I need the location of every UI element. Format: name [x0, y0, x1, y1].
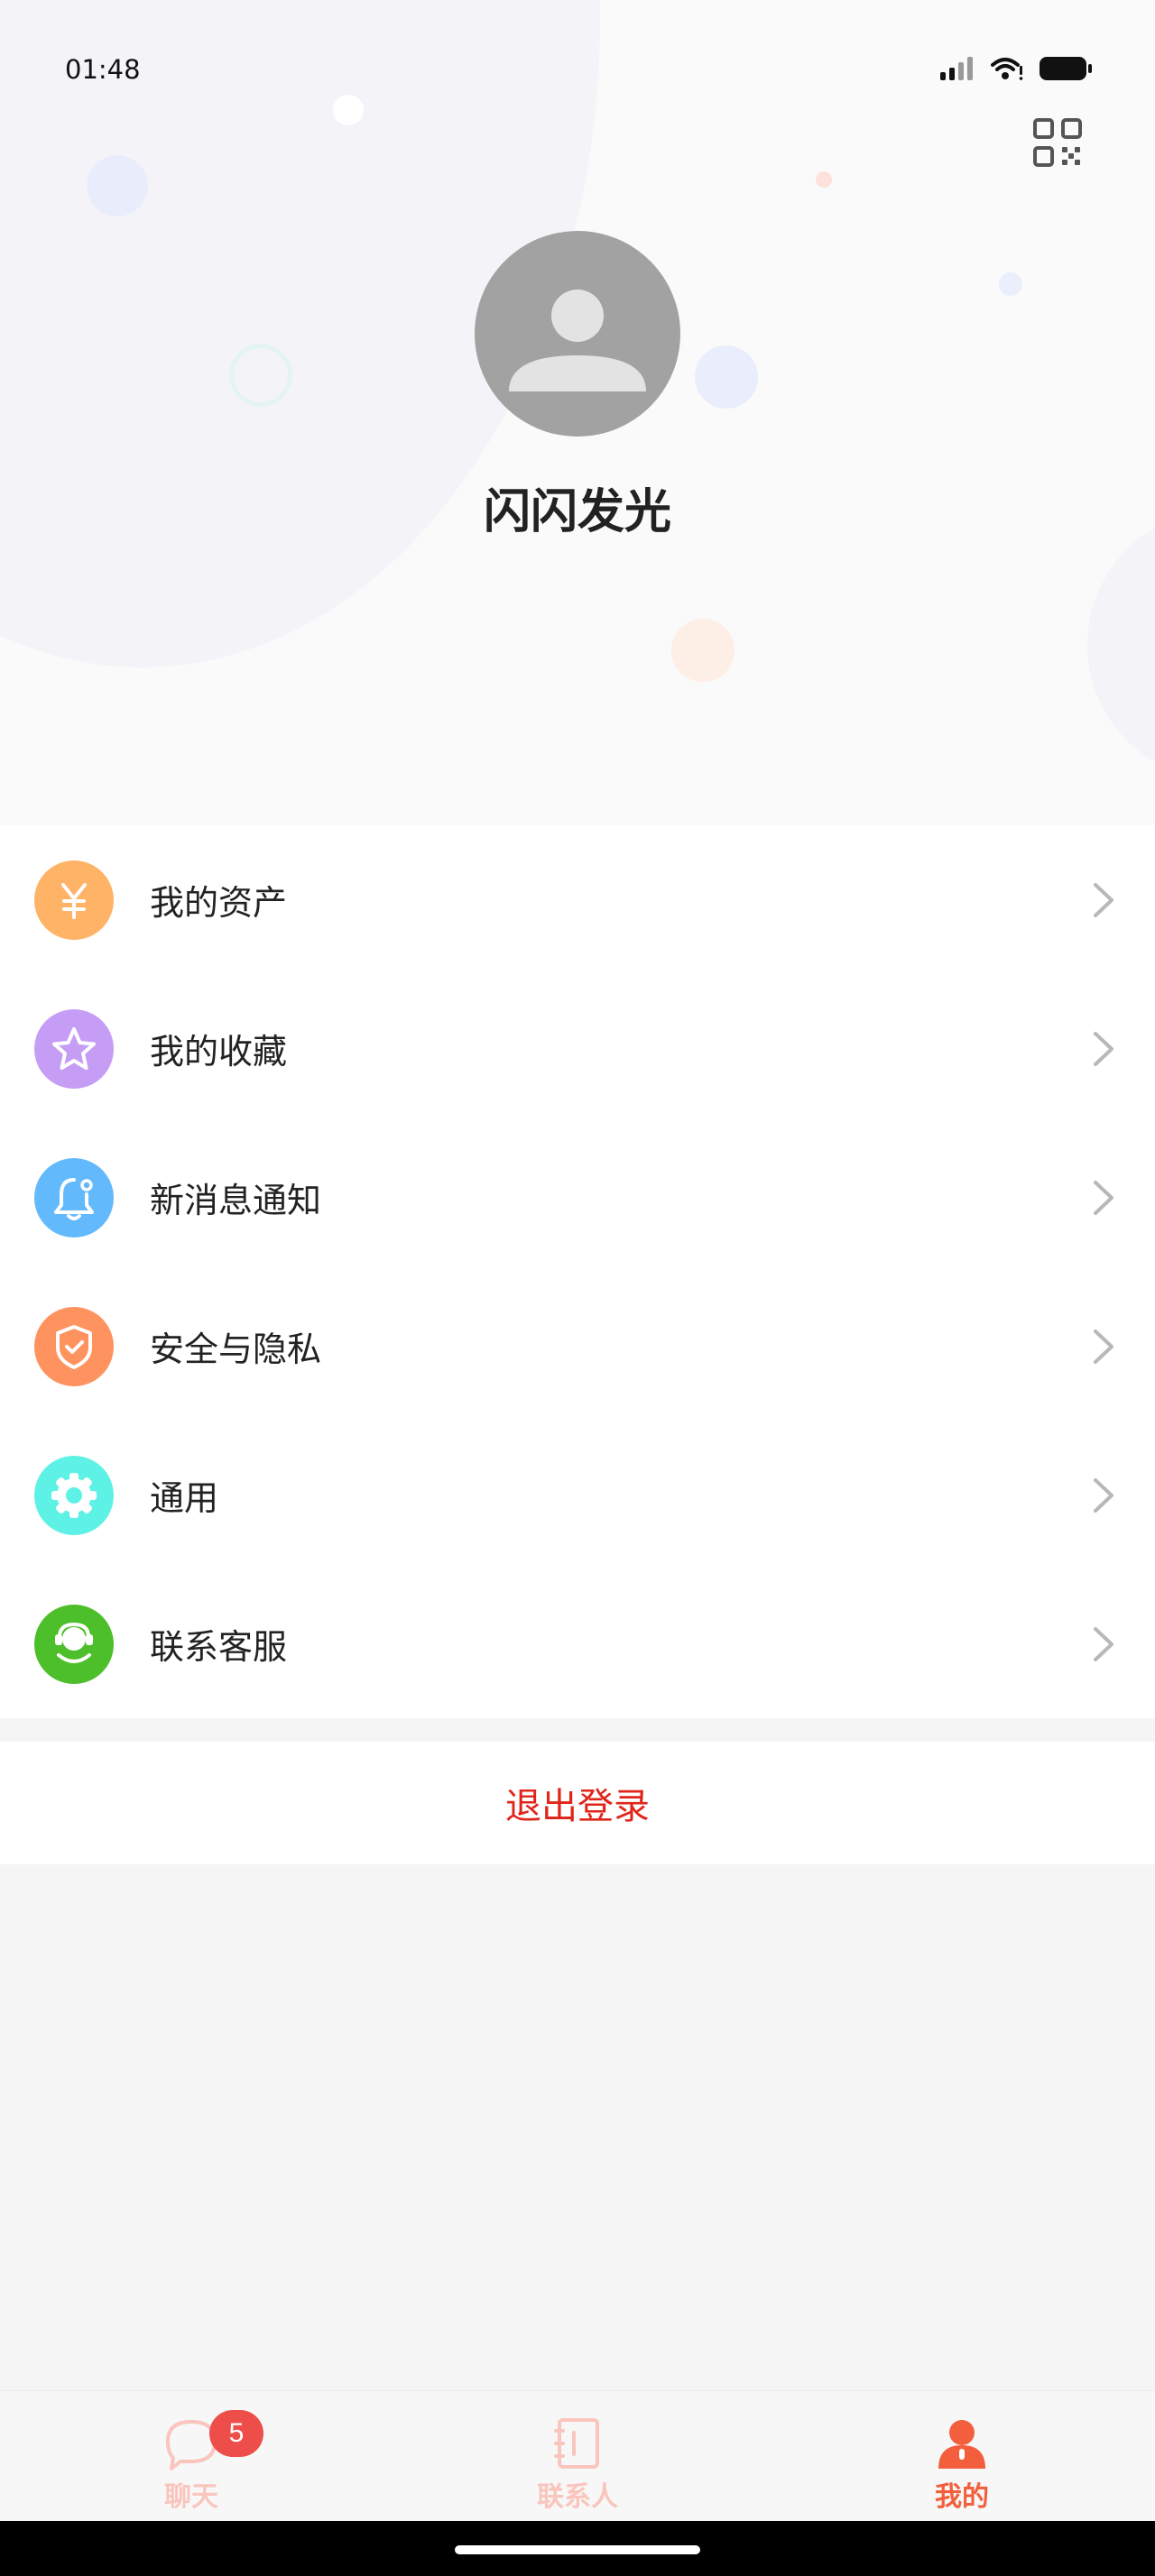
menu-item-label: 安全与隐私	[150, 1329, 322, 1369]
yuan-icon	[34, 860, 114, 940]
decoration-dot	[87, 155, 148, 216]
tab-label: 联系人	[537, 2481, 618, 2513]
chevron-right-icon	[1094, 1627, 1113, 1661]
menu-item-label: 联系客服	[150, 1627, 288, 1667]
menu-item-general[interactable]: 通用	[0, 1421, 1155, 1569]
profile-header: 01:48 闪闪发光	[0, 0, 1155, 825]
shield-icon	[34, 1307, 114, 1386]
menu-item-assets[interactable]: 我的资产	[0, 825, 1155, 974]
qr-code-button[interactable]	[1032, 117, 1083, 168]
tab-bar: 聊天 联系人 我的	[0, 2390, 1155, 2522]
status-icons	[940, 56, 1092, 81]
decoration-dot	[671, 619, 735, 682]
menu-item-security-privacy[interactable]: 安全与隐私	[0, 1272, 1155, 1421]
menu-item-label: 我的收藏	[150, 1032, 288, 1072]
contacts-icon	[554, 2418, 599, 2469]
decoration-dot	[333, 95, 364, 125]
decoration-dot	[695, 345, 758, 409]
signal-icon	[940, 57, 973, 80]
decoration-dot	[816, 171, 832, 188]
user-name: 闪闪发光	[483, 485, 671, 539]
tab-label: 聊天	[164, 2481, 218, 2513]
menu-item-label: 新消息通知	[150, 1181, 322, 1220]
menu-item-customer-service[interactable]: 联系客服	[0, 1569, 1155, 1718]
decoration-ring	[229, 344, 292, 407]
home-indicator[interactable]	[455, 2545, 700, 2554]
status-time: 01:48	[65, 54, 141, 85]
wifi-icon	[991, 58, 1023, 80]
menu-item-favorites[interactable]: 我的收藏	[0, 974, 1155, 1123]
default-avatar-icon	[509, 290, 646, 391]
customer-service-icon	[34, 1605, 114, 1684]
chevron-right-icon	[1094, 883, 1113, 917]
tab-profile[interactable]: 我的	[872, 2391, 1052, 2522]
logout-button[interactable]: 退出登录	[0, 1742, 1155, 1864]
chevron-right-icon	[1094, 1032, 1113, 1066]
background-decoration	[1087, 510, 1155, 780]
menu-item-notifications[interactable]: 新消息通知	[0, 1123, 1155, 1272]
chevron-right-icon	[1094, 1329, 1113, 1364]
star-icon	[34, 1009, 114, 1089]
profile-icon	[938, 2420, 985, 2469]
menu-item-label: 通用	[150, 1478, 219, 1518]
menu-item-label: 我的资产	[150, 883, 288, 923]
gear-icon	[34, 1456, 114, 1535]
decoration-dot	[999, 272, 1022, 296]
chevron-right-icon	[1094, 1478, 1113, 1513]
unread-badge: 5	[209, 2410, 263, 2457]
bell-icon	[34, 1158, 114, 1237]
tab-chat[interactable]: 聊天	[101, 2391, 282, 2522]
avatar[interactable]	[475, 231, 680, 437]
tab-contacts[interactable]: 联系人	[487, 2391, 668, 2522]
battery-icon	[1040, 57, 1092, 80]
settings-menu: 我的资产 我的收藏 新消息通知 安全与隐私 通用 联系客服	[0, 825, 1155, 1718]
tab-label: 我的	[935, 2481, 989, 2513]
chevron-right-icon	[1094, 1181, 1113, 1215]
